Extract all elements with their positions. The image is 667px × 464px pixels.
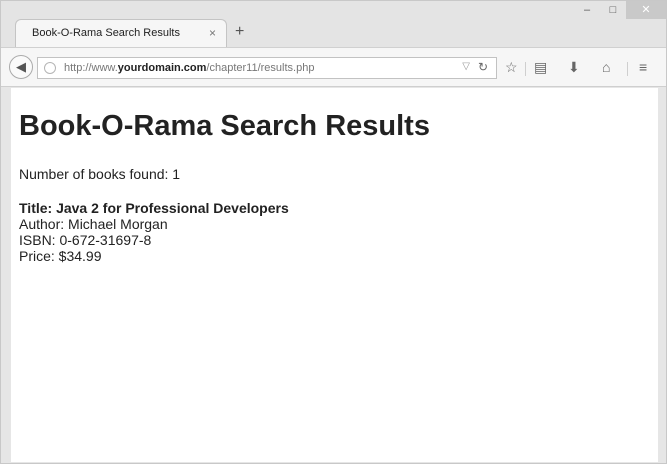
close-window-icon[interactable]: ✕ [626,1,666,19]
page-content: Book-O-Rama Search Results Number of boo… [11,88,658,462]
download-icon[interactable]: ⬇ [568,59,580,76]
address-bar[interactable]: http://www.yourdomain.com/chapter11/resu… [37,57,497,79]
url-text[interactable]: http://www.yourdomain.com/chapter11/resu… [64,62,314,74]
minimize-icon[interactable]: – [574,1,600,19]
reload-icon[interactable]: ↻ [478,60,488,74]
results-count: Number of books found: 1 [19,166,181,182]
toolbar-separator [525,62,526,76]
maximize-icon[interactable]: □ [600,1,626,19]
dropdown-icon[interactable]: ▽ [462,61,470,72]
book-isbn: ISBN: 0-672-31697-8 [19,232,152,248]
back-icon[interactable]: ◀ [9,55,33,79]
url-path: /chapter11/results.php [206,62,315,74]
globe-icon [44,62,56,74]
bookmark-star-icon[interactable]: ☆ [505,59,518,76]
book-price: Price: $34.99 [19,248,102,264]
navigation-bar: ◀ http://www.yourdomain.com/chapter11/re… [1,47,666,87]
url-domain: yourdomain.com [117,62,207,74]
page-title: Book-O-Rama Search Results [19,110,430,142]
new-tab-icon[interactable]: + [235,23,244,41]
book-author: Author: Michael Morgan [19,216,168,232]
home-icon[interactable]: ⌂ [602,59,610,75]
close-tab-icon[interactable]: × [209,26,216,40]
menu-icon[interactable]: ≡ [639,59,647,75]
reading-list-icon[interactable]: ▤ [534,59,547,76]
browser-window: Book-O-Rama Search Results × + – □ ✕ ◀ h… [0,0,667,464]
tab-strip: Book-O-Rama Search Results × + – □ ✕ [1,1,666,47]
tab-title: Book-O-Rama Search Results [32,27,180,39]
url-prefix: http://www. [64,62,118,74]
toolbar-separator [627,62,628,76]
book-result: Title: Java 2 for Professional Developer… [19,200,289,264]
window-controls: – □ ✕ [574,1,666,23]
tab-search-results[interactable]: Book-O-Rama Search Results × [15,19,227,47]
book-title: Title: Java 2 for Professional Developer… [19,200,289,216]
